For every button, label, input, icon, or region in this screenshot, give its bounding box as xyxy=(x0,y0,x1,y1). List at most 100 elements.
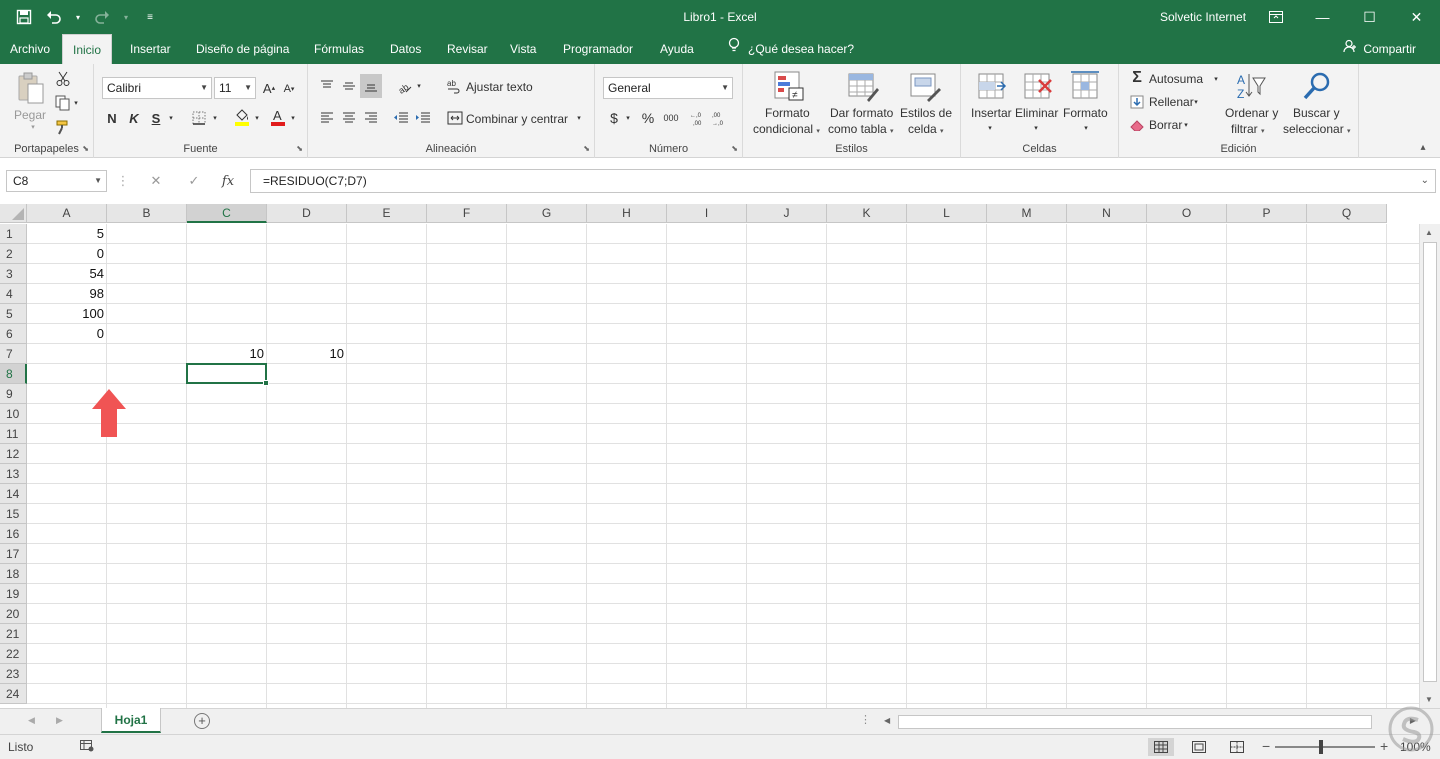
wrap-text-button[interactable]: Ajustar texto xyxy=(466,80,533,94)
cell-a1[interactable]: 5 xyxy=(27,224,107,244)
italic-button[interactable]: K xyxy=(126,108,142,128)
column-header-q[interactable]: Q xyxy=(1307,204,1387,223)
percent-button[interactable]: % xyxy=(639,108,657,128)
row-header-13[interactable]: 13 xyxy=(0,464,27,484)
column-header-g[interactable]: G xyxy=(507,204,587,223)
page-break-view-icon[interactable] xyxy=(1224,738,1250,756)
increase-indent-icon[interactable] xyxy=(414,108,432,128)
row-header-23[interactable]: 23 xyxy=(0,664,27,684)
cell-a4[interactable]: 98 xyxy=(27,284,107,304)
merge-center-icon[interactable] xyxy=(446,108,464,128)
sort-filter-icon[interactable]: AZ xyxy=(1235,70,1267,102)
currency-dropdown-icon[interactable]: ▾ xyxy=(623,108,633,128)
row-header-4[interactable]: 4 xyxy=(0,284,27,304)
format-as-table-line2[interactable]: como tabla ▾ xyxy=(828,122,894,136)
eraser-icon[interactable] xyxy=(1129,117,1145,133)
row-header-11[interactable]: 11 xyxy=(0,424,27,444)
cell-d7[interactable]: 10 xyxy=(267,344,347,364)
sort-filter-line1[interactable]: Ordenar y xyxy=(1225,106,1278,120)
row-header-14[interactable]: 14 xyxy=(0,484,27,504)
macro-recording-icon[interactable] xyxy=(80,740,94,755)
autosum-dropdown-icon[interactable]: ▾ xyxy=(1211,72,1221,86)
share-button[interactable]: Compartir xyxy=(1343,34,1416,64)
align-top-icon[interactable] xyxy=(318,76,336,96)
font-size-select[interactable]: 11 ▼ xyxy=(214,77,256,99)
row-header-18[interactable]: 18 xyxy=(0,564,27,584)
row-header-6[interactable]: 6 xyxy=(0,324,27,344)
fill-handle[interactable] xyxy=(263,380,269,386)
fill-button[interactable]: Rellenar xyxy=(1149,95,1194,109)
tell-me-search[interactable]: ¿Qué desea hacer? xyxy=(718,34,864,64)
tab-programador[interactable]: Programador xyxy=(553,34,643,64)
font-launcher-icon[interactable]: ⬊ xyxy=(296,144,303,153)
zoom-in-icon[interactable]: + xyxy=(1380,738,1388,754)
zoom-out-icon[interactable]: − xyxy=(1262,738,1270,754)
thousands-button[interactable]: 000 xyxy=(661,108,681,128)
close-icon[interactable]: ✕ xyxy=(1393,0,1440,34)
cell-a3[interactable]: 54 xyxy=(27,264,107,284)
wrap-text-icon[interactable]: ab xyxy=(446,76,464,96)
copy-icon[interactable] xyxy=(54,94,72,112)
delete-cells-label[interactable]: Eliminar xyxy=(1015,106,1058,120)
tab-revisar[interactable]: Revisar xyxy=(437,34,498,64)
autosum-icon[interactable]: Σ xyxy=(1129,69,1145,86)
add-sheet-icon[interactable]: + xyxy=(194,713,210,729)
bold-button[interactable]: N xyxy=(104,108,120,128)
formula-input[interactable]: =RESIDUO(C7;D7) ⌄ xyxy=(250,169,1436,193)
format-as-table-icon[interactable] xyxy=(847,70,879,102)
format-cells-label[interactable]: Formato xyxy=(1063,106,1108,120)
column-header-d[interactable]: D xyxy=(267,204,347,223)
delete-dropdown-icon[interactable]: ▾ xyxy=(1031,122,1041,134)
row-header-7[interactable]: 7 xyxy=(0,344,27,364)
page-layout-view-icon[interactable] xyxy=(1186,738,1212,756)
column-header-k[interactable]: K xyxy=(827,204,907,223)
row-header-21[interactable]: 21 xyxy=(0,624,27,644)
column-header-b[interactable]: B xyxy=(107,204,187,223)
column-header-m[interactable]: M xyxy=(987,204,1067,223)
sheet-tab-hoja1[interactable]: Hoja1 xyxy=(101,708,161,733)
fill-color-dropdown-icon[interactable]: ▾ xyxy=(252,108,262,128)
zoom-slider-knob[interactable] xyxy=(1319,740,1323,754)
zoom-slider[interactable] xyxy=(1275,740,1375,754)
merge-dropdown-icon[interactable]: ▾ xyxy=(574,108,584,128)
find-select-icon[interactable] xyxy=(1301,70,1333,102)
paste-icon[interactable] xyxy=(14,72,48,106)
select-all-corner[interactable] xyxy=(0,204,27,223)
minimize-icon[interactable]: — xyxy=(1299,0,1346,34)
row-header-8[interactable]: 8 xyxy=(0,364,27,384)
align-right-icon[interactable] xyxy=(362,108,380,128)
row-header-19[interactable]: 19 xyxy=(0,584,27,604)
format-as-table-line1[interactable]: Dar formato xyxy=(830,106,893,120)
row-header-9[interactable]: 9 xyxy=(0,384,27,404)
format-cells-icon[interactable] xyxy=(1069,70,1101,102)
row-header-24[interactable]: 24 xyxy=(0,684,27,704)
column-header-l[interactable]: L xyxy=(907,204,987,223)
formula-bar-grip-icon[interactable]: ⋮ xyxy=(117,171,130,191)
clear-dropdown-icon[interactable]: ▾ xyxy=(1181,118,1191,132)
maximize-icon[interactable]: ☐ xyxy=(1346,0,1393,34)
column-header-n[interactable]: N xyxy=(1067,204,1147,223)
orientation-icon[interactable]: ab xyxy=(394,76,414,96)
clear-button[interactable]: Borrar xyxy=(1149,118,1182,132)
column-header-f[interactable]: F xyxy=(427,204,507,223)
insert-cells-label[interactable]: Insertar xyxy=(971,106,1012,120)
tab-formulas[interactable]: Fórmulas xyxy=(304,34,374,64)
horizontal-scroll-thumb[interactable] xyxy=(898,715,1372,729)
format-painter-icon[interactable] xyxy=(54,118,72,136)
tab-inicio[interactable]: Inicio xyxy=(62,34,113,64)
scroll-up-icon[interactable]: ▲ xyxy=(1425,228,1433,237)
orientation-dropdown-icon[interactable]: ▾ xyxy=(414,76,424,96)
row-header-10[interactable]: 10 xyxy=(0,404,27,424)
merge-center-button[interactable]: Combinar y centrar xyxy=(466,112,568,126)
normal-view-icon[interactable] xyxy=(1148,738,1174,756)
fill-dropdown-icon[interactable]: ▾ xyxy=(1191,95,1201,109)
name-box[interactable]: C8 ▼ xyxy=(6,170,107,192)
split-handle-icon[interactable]: ⋮ xyxy=(860,713,871,726)
alignment-launcher-icon[interactable]: ⬊ xyxy=(583,144,590,153)
find-select-line2[interactable]: seleccionar ▾ xyxy=(1283,122,1351,136)
scroll-down-icon[interactable]: ▼ xyxy=(1425,695,1433,704)
cell-c7[interactable]: 10 xyxy=(187,344,267,364)
next-sheet-icon[interactable]: ▶ xyxy=(56,715,63,726)
collapse-ribbon-icon[interactable]: ▴ xyxy=(1416,140,1430,154)
autosum-button[interactable]: Autosuma xyxy=(1149,72,1203,86)
